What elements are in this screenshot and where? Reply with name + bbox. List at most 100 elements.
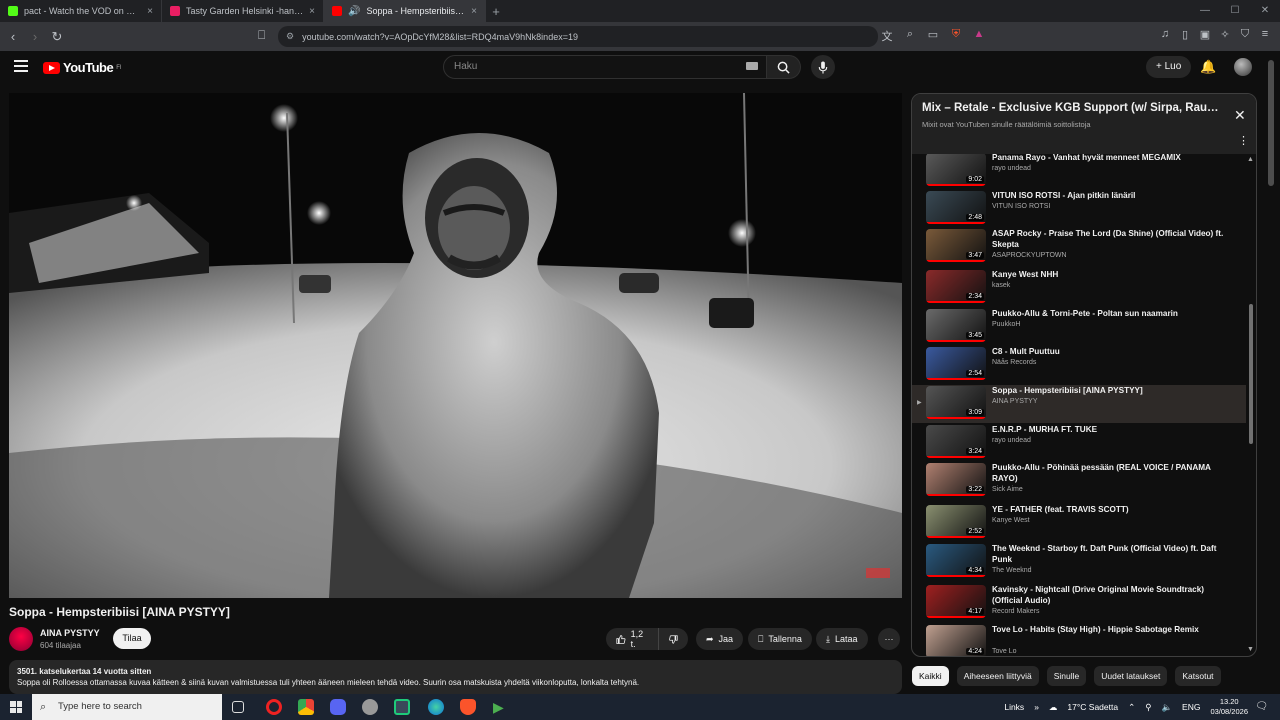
search-input[interactable]: Haku [443,55,767,79]
page-scrollbar[interactable] [1268,60,1274,186]
playlist-item-title[interactable]: Kavinsky - Nightcall (Drive Original Mov… [992,584,1232,606]
playlist-item-channel[interactable]: rayo undead [992,437,1031,444]
new-tab-button[interactable]: + [486,0,506,22]
media-icon[interactable]: ♫ [1158,28,1172,41]
video-thumbnail[interactable]: 3:24 [926,425,986,458]
video-thumbnail[interactable]: 4:24 [926,625,986,656]
playlist-menu-icon[interactable]: ⋮ [1238,134,1249,147]
playlist-item[interactable]: ▶ 3:09 Soppa - Hempsteribiisi [AINA PYSTYY… [912,385,1246,423]
video-player[interactable] [9,93,902,598]
browser-tab-youtube[interactable]: 🔊 Soppa - Hempsteribiisi [AINA × [324,0,486,22]
playlist-item-title[interactable]: Puukko-Allu - Pöhinää pessään (REAL VOIC… [992,462,1232,484]
scroll-down-icon[interactable]: ▼ [1247,646,1254,653]
account-avatar[interactable] [1234,58,1252,76]
download-button[interactable]: ⤓ Lataa [816,628,868,650]
close-tab-icon[interactable]: × [147,6,153,17]
search-button[interactable] [767,55,801,79]
chrome-icon[interactable] [298,699,314,715]
channel-name[interactable]: AINA PYSTYY [40,628,100,638]
playlist-item-channel[interactable]: Näås Records [992,359,1036,366]
tray-chevron-icon[interactable]: ⌃ [1128,702,1135,713]
weather-icon[interactable]: ☁ [1049,702,1058,713]
playlist-item-title[interactable]: The Weeknd - Starboy ft. Daft Punk (Offi… [992,543,1232,565]
filter-chip[interactable]: Sinulle [1046,666,1087,686]
reload-icon[interactable]: ↻ [46,29,68,45]
video-thumbnail[interactable]: 2:48 [926,191,986,224]
create-button[interactable]: + Luo [1146,56,1192,78]
playlist-item-title[interactable]: Puukko-Allu & Torni-Pete - Poltan sun na… [992,308,1232,319]
media-player-icon[interactable]: ▶ [493,699,509,715]
close-tab-icon[interactable]: × [309,6,315,17]
playlist-item[interactable]: 2:48 VITUN ISO ROTSI - Ajan pitkin länäri… [912,190,1246,228]
links-toolbar[interactable]: Links [1004,702,1024,712]
playlist-item[interactable]: 9:02 Panama Rayo - Vanhat hyvät menneet M… [912,154,1246,190]
notifications-bell-icon[interactable]: 🔔 [1200,59,1216,75]
dislike-button[interactable] [658,628,688,650]
playlist-item-channel[interactable]: VITUN ISO ROTSI [992,203,1050,210]
task-view-icon[interactable] [232,701,244,713]
playlist-item[interactable]: 2:54 C8 - Mult Puuttuu Näås Records [912,346,1246,384]
brave-shield-icon[interactable]: ⛨ [949,28,963,44]
filter-chip[interactable]: Aiheeseen liittyviä [956,666,1039,686]
leo-ai-icon[interactable]: ✧ [1218,28,1232,41]
playlist-item[interactable]: 3:47 ASAP Rocky - Praise The Lord (Da Shi… [912,228,1246,266]
browser-tab-kick[interactable]: pact - Watch the VOD on Kick × [0,0,162,22]
site-info-icon[interactable]: ⚙ [286,31,294,42]
close-window-icon[interactable]: ✕ [1250,0,1280,22]
more-actions-button[interactable]: ··· [878,628,900,650]
opera-icon[interactable] [266,699,282,715]
brave-rewards-icon[interactable]: ▲ [972,28,986,44]
playlist-item-channel[interactable]: AINA PYSTYY [992,398,1038,405]
playlist-item[interactable]: 2:52 YE - FATHER (feat. TRAVIS SCOTT) Kany… [912,504,1246,542]
address-bar[interactable]: ⚙ youtube.com/watch?v=AOpDcYfM28&list=RD… [278,26,878,47]
playlist-item-title[interactable]: Kanye West NHH [992,269,1232,280]
bookmark-icon[interactable]: ⎕ [258,28,265,43]
voice-search-button[interactable] [811,55,835,79]
scroll-up-icon[interactable]: ▲ [1247,156,1254,163]
playlist-item-title[interactable]: Panama Rayo - Vanhat hyvät menneet MEGAM… [992,154,1232,163]
playlist-item-channel[interactable]: Sick Aime [992,486,1023,493]
playlist-item[interactable]: 4:34 The Weeknd - Starboy ft. Daft Punk (… [912,543,1246,581]
playlist-item[interactable]: 4:17 Kavinsky - Nightcall (Drive Original… [912,584,1246,622]
playlist-scrollbar[interactable] [1249,304,1253,444]
video-thumbnail[interactable]: 3:45 [926,309,986,342]
subscribe-button[interactable]: Tilaa [113,628,151,649]
cast-icon[interactable]: ▭ [926,28,940,44]
taskbar-search[interactable]: ⌕ Type here to search [32,694,222,720]
brave-icon[interactable] [460,699,476,715]
browser-menu-icon[interactable]: ≡ [1258,28,1272,41]
volume-icon[interactable]: 🔈 [1161,702,1172,713]
like-button[interactable]: 1,2 t. [606,628,658,650]
playlist-item-channel[interactable]: Kanye West [992,517,1030,524]
audio-playing-icon[interactable]: 🔊 [348,6,360,17]
description-box[interactable]: 3501. katselukertaa 14 vuotta sitten Sop… [9,660,902,694]
video-thumbnail[interactable]: 4:34 [926,544,986,577]
playlist-item-channel[interactable]: rayo undead [992,165,1031,172]
active-app-icon[interactable] [394,699,410,715]
browser-tab-tasty-garden[interactable]: Tasty Garden Helsinki -hankkeessa on × [162,0,324,22]
back-icon[interactable]: ‹ [2,29,24,44]
discord-icon[interactable] [330,699,346,715]
video-thumbnail[interactable]: 3:09 [926,386,986,419]
playlist-item[interactable]: 2:34 Kanye West NHH kasek [912,269,1246,307]
playlist-item[interactable]: 3:22 Puukko-Allu - Pöhinää pessään (REAL … [912,462,1246,500]
clock[interactable]: 13.20 03/08/2026 [1210,697,1248,717]
filter-chip[interactable]: Katsotut [1175,666,1221,686]
maximize-icon[interactable]: ☐ [1220,0,1250,22]
channel-avatar[interactable] [9,627,33,651]
network-icon[interactable]: ⚲ [1145,702,1151,713]
playlist-item-title[interactable]: E.N.R.P - MURHA FT. TUKE [992,424,1232,435]
video-thumbnail[interactable]: 3:47 [926,229,986,262]
filter-chip[interactable]: Kaikki [912,666,949,686]
share-button[interactable]: ➦ Jaa [696,628,744,650]
app-icon[interactable] [362,699,378,715]
playlist-item-channel[interactable]: kasek [992,282,1010,289]
playlist-item-channel[interactable]: The Weeknd [992,567,1032,574]
sidebar-icon[interactable]: ▯ [1178,28,1192,41]
video-thumbnail[interactable]: 4:17 [926,585,986,618]
playlist-item-title[interactable]: Tove Lo - Habits (Stay High) - Hippie Sa… [992,624,1232,635]
video-thumbnail[interactable]: 2:54 [926,347,986,380]
playlist-title[interactable]: Mix – Retale - Exclusive KGB Support (w/… [922,102,1222,114]
close-tab-icon[interactable]: × [471,6,477,17]
windows-start-icon[interactable] [10,701,22,713]
